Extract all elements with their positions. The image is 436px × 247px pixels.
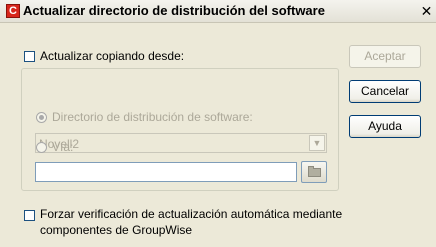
force-check-checkbox[interactable]: [24, 210, 35, 221]
window-title: Actualizar directorio de distribución de…: [23, 3, 325, 18]
app-icon: C: [6, 4, 20, 18]
chevron-down-icon[interactable]: ▼: [309, 135, 325, 151]
path-radio[interactable]: [36, 142, 47, 153]
software-dir-combo[interactable]: Novell2 ▼: [35, 133, 327, 153]
update-from-checkbox[interactable]: [24, 51, 35, 62]
accept-button[interactable]: Aceptar: [349, 45, 421, 68]
radio-selected-dot: [39, 115, 44, 120]
cancel-button[interactable]: Cancelar: [349, 80, 421, 103]
software-dir-radio[interactable]: [36, 112, 47, 123]
path-input[interactable]: [35, 162, 297, 182]
help-button[interactable]: Ayuda: [349, 115, 421, 138]
folder-icon: [308, 166, 321, 177]
force-check-label-line1[interactable]: Forzar verificación de actualización aut…: [40, 207, 342, 221]
software-dir-label[interactable]: Directorio de distribución de software:: [52, 110, 253, 124]
force-check-label-line2[interactable]: componentes de GroupWise: [40, 223, 192, 237]
close-icon[interactable]: ✕: [419, 3, 434, 19]
path-label[interactable]: Vía:: [52, 140, 73, 154]
title-bar[interactable]: C Actualizar directorio de distribución …: [0, 0, 436, 23]
browse-button[interactable]: [301, 161, 327, 183]
update-from-label[interactable]: Actualizar copiando desde:: [40, 49, 184, 63]
